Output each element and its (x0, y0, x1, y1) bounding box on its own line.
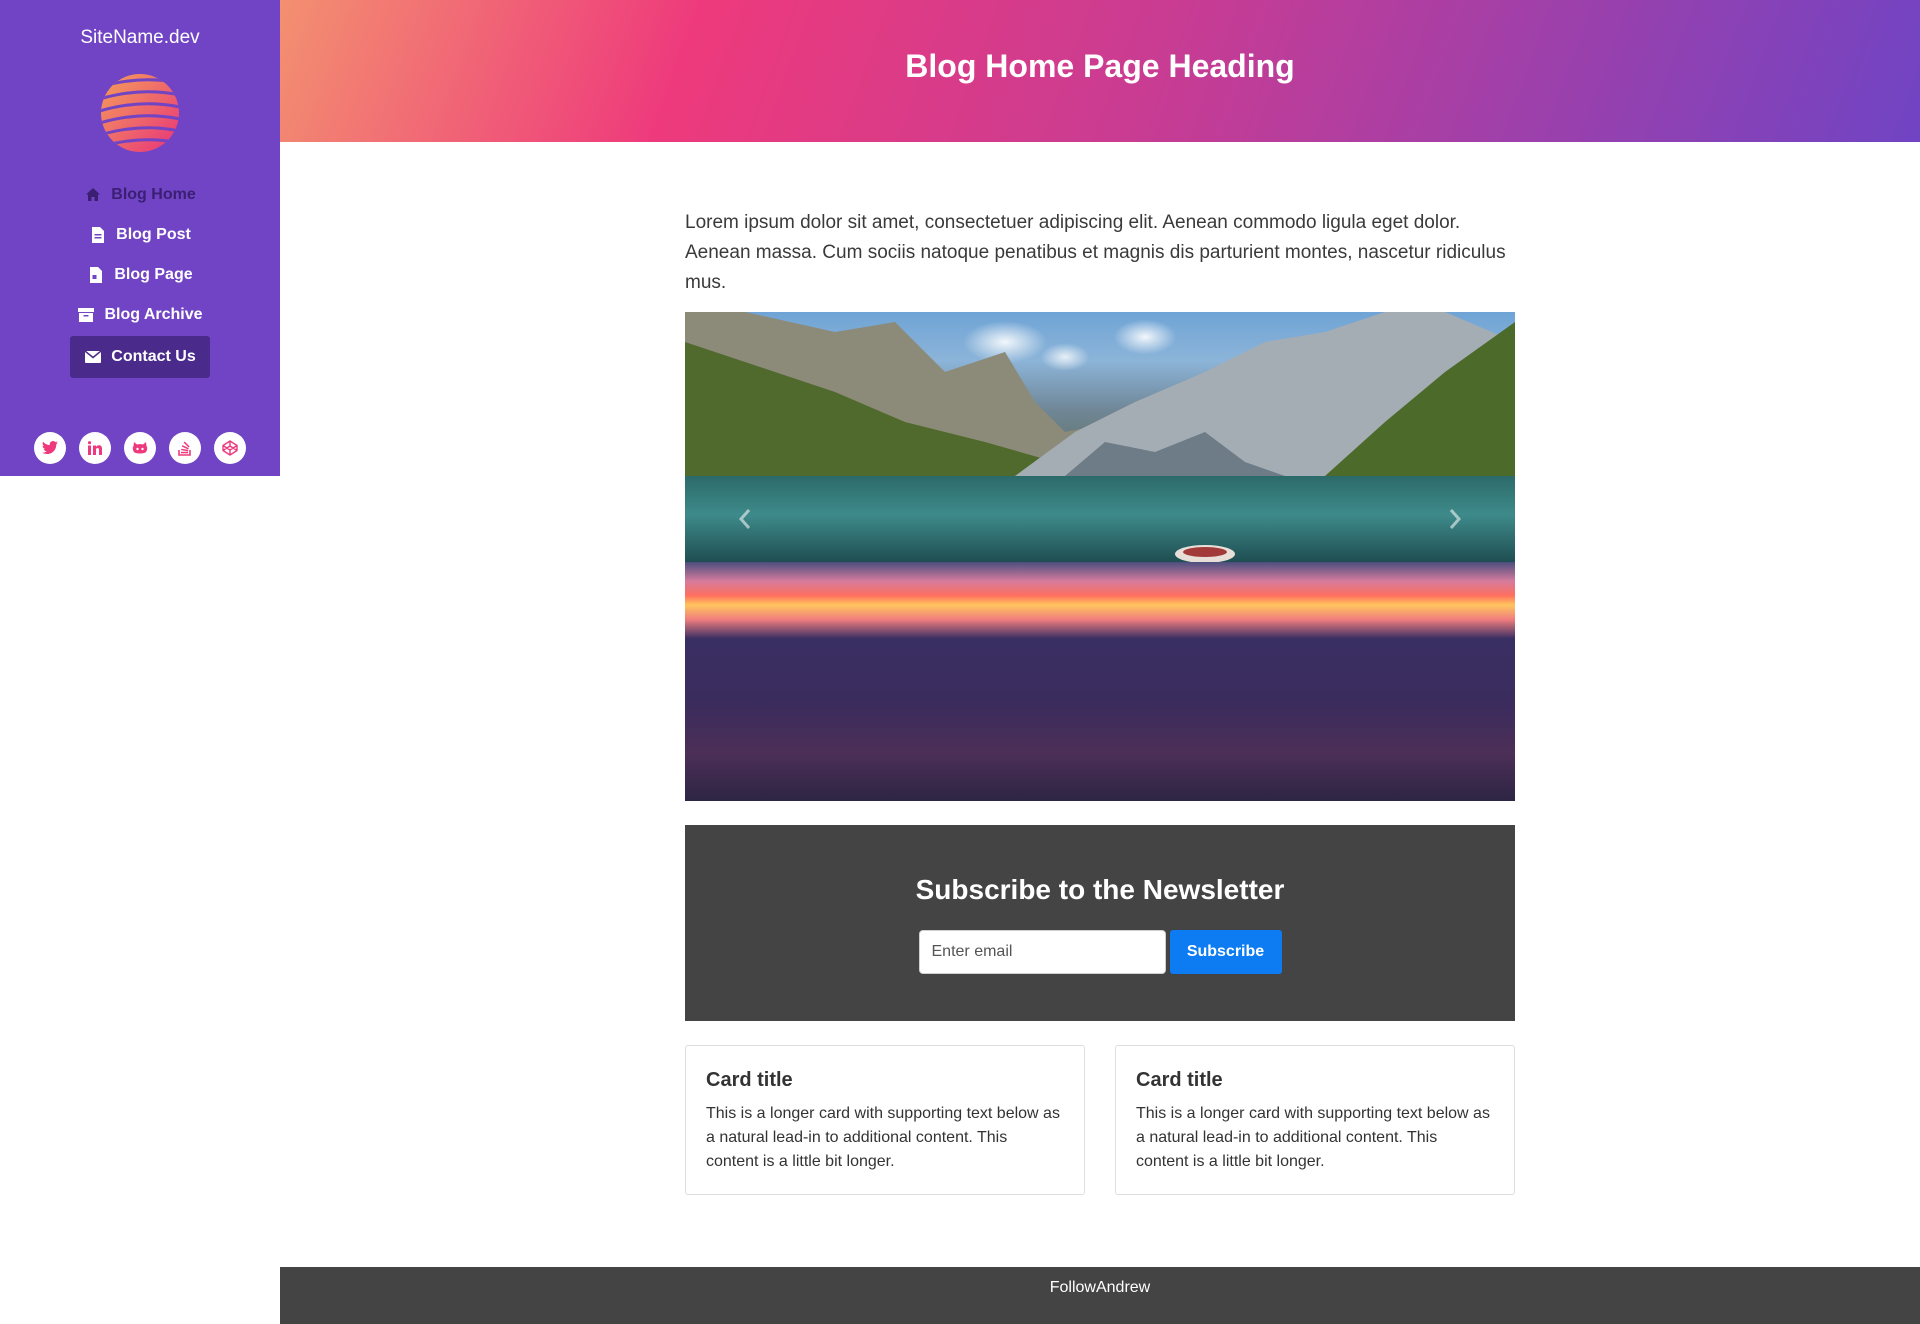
nav-item-label: Blog Archive (104, 306, 203, 323)
home-icon (84, 186, 102, 204)
document-icon (87, 266, 105, 284)
page-footer: FollowAndrew (280, 1267, 1920, 1324)
twitter-icon[interactable] (34, 432, 66, 464)
document-icon (89, 226, 107, 244)
archive-icon (77, 306, 95, 324)
nav-item-label: Blog Page (114, 266, 193, 283)
main-content: Lorem ipsum dolor sit amet, consectetuer… (685, 142, 1515, 1195)
page-title: Blog Home Page Heading (905, 47, 1295, 84)
lake-reflection-image (685, 476, 1515, 563)
card-text: This is a longer card with supporting te… (1136, 1105, 1490, 1170)
nav-item-label: Blog Post (116, 226, 191, 243)
carousel-next-button[interactable] (1425, 476, 1485, 562)
sidebar-nav: Blog Home Blog Post Blog Page Blog Archi… (63, 175, 216, 378)
footer-text: FollowAndrew (1049, 1279, 1151, 1296)
nav-item-label: Blog Home (111, 186, 196, 203)
card-group: Card title This is a longer card with su… (685, 1045, 1515, 1195)
globe-logo-icon (101, 74, 179, 152)
newsletter-section: Subscribe to the Newsletter Subscribe (685, 825, 1515, 1021)
card: Card title This is a longer card with su… (1115, 1045, 1515, 1195)
envelope-icon (84, 348, 102, 366)
chevron-right-icon (1449, 509, 1462, 529)
mountain-lake-image (685, 312, 1515, 476)
nav-item-blog-archive[interactable]: Blog Archive (63, 295, 216, 335)
nav-item-contact-us[interactable]: Contact Us (70, 336, 210, 378)
stackoverflow-icon[interactable] (169, 432, 201, 464)
card-title: Card title (706, 1069, 793, 1091)
newsletter-form: Subscribe (918, 930, 1282, 974)
carousel-prev-button[interactable] (715, 476, 775, 562)
sunset-sea-image (685, 562, 1515, 801)
email-input[interactable] (918, 930, 1166, 974)
chevron-left-icon (738, 509, 751, 529)
nav-item-blog-post[interactable]: Blog Post (75, 215, 205, 255)
nav-item-blog-page[interactable]: Blog Page (73, 255, 206, 295)
card-title: Card title (1136, 1069, 1223, 1091)
page-header: Blog Home Page Heading (280, 0, 1920, 142)
newsletter-title: Subscribe to the Newsletter (915, 874, 1285, 905)
nav-item-blog-home[interactable]: Blog Home (70, 175, 209, 215)
intro-paragraph: Lorem ipsum dolor sit amet, consectetuer… (685, 212, 1506, 293)
card-text: This is a longer card with supporting te… (706, 1105, 1060, 1170)
subscribe-button[interactable]: Subscribe (1169, 930, 1282, 974)
codepen-icon[interactable] (214, 432, 246, 464)
site-name[interactable]: SiteName.dev (80, 27, 199, 49)
github-icon[interactable] (124, 432, 156, 464)
linkedin-icon[interactable] (79, 432, 111, 464)
nav-item-label: Contact Us (111, 348, 196, 365)
social-links (34, 432, 246, 464)
card: Card title This is a longer card with su… (685, 1045, 1085, 1195)
image-carousel[interactable] (685, 312, 1515, 801)
sidebar: SiteName.dev Blog Home Blog Post Blog Pa… (0, 0, 280, 476)
